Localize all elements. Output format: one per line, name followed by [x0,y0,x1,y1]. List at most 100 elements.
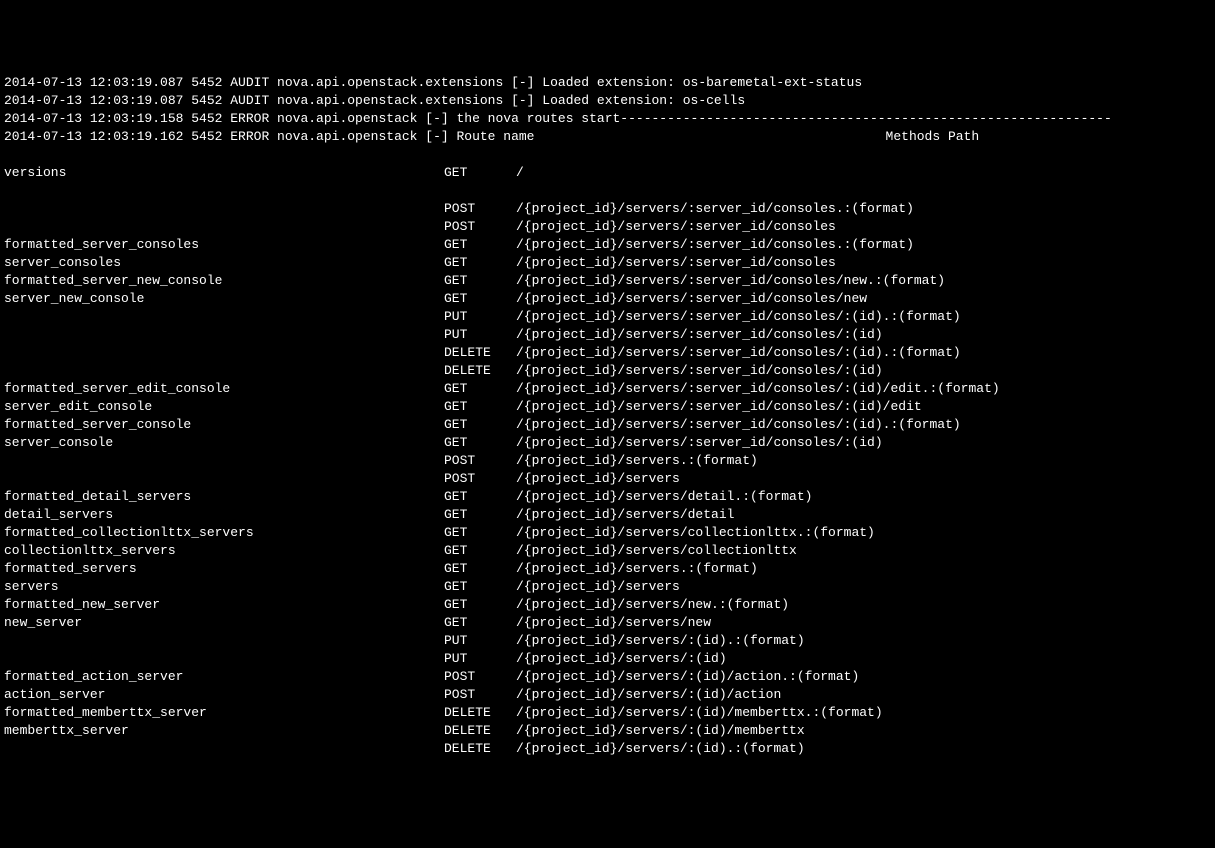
route-row: formatted_server_edit_consoleGET/{projec… [4,380,1211,398]
route-name: detail_servers [4,506,444,524]
route-name: formatted_action_server [4,668,444,686]
route-method: POST [444,470,516,488]
route-row: serversGET/{project_id}/servers [4,578,1211,596]
log-line: 2014-07-13 12:03:19.087 5452 AUDIT nova.… [4,92,1211,110]
route-row: formatted_new_serverGET/{project_id}/ser… [4,596,1211,614]
route-method: DELETE [444,344,516,362]
route-path: / [516,164,524,182]
route-method: GET [444,380,516,398]
route-row: detail_serversGET/{project_id}/servers/d… [4,506,1211,524]
route-method: DELETE [444,704,516,722]
route-row: formatted_server_consoleGET/{project_id}… [4,416,1211,434]
route-path: /{project_id}/servers/:server_id/console… [516,434,883,452]
route-path: /{project_id}/servers/:(id)/memberttx [516,722,805,740]
log-line: 2014-07-13 12:03:19.162 5452 ERROR nova.… [4,128,1211,146]
route-method: PUT [444,326,516,344]
route-name: formatted_collectionlttx_servers [4,524,444,542]
route-row: server_consoleGET/{project_id}/servers/:… [4,434,1211,452]
route-method: GET [444,560,516,578]
terminal-output: 2014-07-13 12:03:19.087 5452 AUDIT nova.… [4,74,1211,758]
route-method: GET [444,434,516,452]
route-row: formatted_action_serverPOST/{project_id}… [4,668,1211,686]
route-name: formatted_server_console [4,416,444,434]
route-row: DELETE/{project_id}/servers/:server_id/c… [4,344,1211,362]
route-row: server_consolesGET/{project_id}/servers/… [4,254,1211,272]
route-name: servers [4,578,444,596]
route-row: PUT/{project_id}/servers/:server_id/cons… [4,308,1211,326]
route-row: action_serverPOST/{project_id}/servers/:… [4,686,1211,704]
route-name: formatted_memberttx_server [4,704,444,722]
route-method: DELETE [444,722,516,740]
route-name: formatted_server_edit_console [4,380,444,398]
route-method: GET [444,488,516,506]
route-row: server_edit_consoleGET/{project_id}/serv… [4,398,1211,416]
route-method: GET [444,542,516,560]
route-path: /{project_id}/servers/:(id) [516,650,727,668]
route-method: GET [444,236,516,254]
route-path: /{project_id}/servers [516,578,680,596]
route-method: GET [444,272,516,290]
route-row: new_serverGET/{project_id}/servers/new [4,614,1211,632]
route-method: GET [444,290,516,308]
route-path: /{project_id}/servers/:(id).:(format) [516,632,805,650]
route-method: POST [444,668,516,686]
route-name: action_server [4,686,444,704]
route-method: GET [444,596,516,614]
route-method: POST [444,452,516,470]
route-method: POST [444,686,516,704]
route-method: GET [444,578,516,596]
route-path: /{project_id}/servers/collectionlttx [516,542,797,560]
route-row: DELETE/{project_id}/servers/:server_id/c… [4,362,1211,380]
route-path: /{project_id}/servers/:server_id/console… [516,236,914,254]
route-row: PUT/{project_id}/servers/:(id).:(format) [4,632,1211,650]
route-method: POST [444,218,516,236]
route-name: formatted_detail_servers [4,488,444,506]
route-row: PUT/{project_id}/servers/:(id) [4,650,1211,668]
route-path: /{project_id}/servers/:server_id/console… [516,416,961,434]
route-path: /{project_id}/servers/:(id)/action [516,686,781,704]
route-method: GET [444,614,516,632]
route-method: GET [444,524,516,542]
route-path: /{project_id}/servers/collectionlttx.:(f… [516,524,875,542]
route-name: server_console [4,434,444,452]
route-path: /{project_id}/servers/:(id).:(format) [516,740,805,758]
route-row: PUT/{project_id}/servers/:server_id/cons… [4,326,1211,344]
route-path: /{project_id}/servers/new.:(format) [516,596,789,614]
route-method: POST [444,200,516,218]
route-row: memberttx_serverDELETE/{project_id}/serv… [4,722,1211,740]
route-name: versions [4,164,444,182]
route-row [4,182,1211,200]
route-name: server_new_console [4,290,444,308]
route-path: /{project_id}/servers/new [516,614,711,632]
route-name: collectionlttx_servers [4,542,444,560]
route-name: formatted_new_server [4,596,444,614]
route-method: GET [444,416,516,434]
route-name: new_server [4,614,444,632]
route-row: server_new_consoleGET/{project_id}/serve… [4,290,1211,308]
route-method: DELETE [444,362,516,380]
route-row: formatted_server_new_consoleGET/{project… [4,272,1211,290]
route-path: /{project_id}/servers.:(format) [516,452,758,470]
route-row: POST/{project_id}/servers.:(format) [4,452,1211,470]
route-method: DELETE [444,740,516,758]
route-row: formatted_detail_serversGET/{project_id}… [4,488,1211,506]
route-row: DELETE/{project_id}/servers/:(id).:(form… [4,740,1211,758]
route-method: GET [444,506,516,524]
route-path: /{project_id}/servers/detail.:(format) [516,488,812,506]
route-path: /{project_id}/servers/:server_id/console… [516,200,914,218]
route-path: /{project_id}/servers/:(id)/memberttx.:(… [516,704,883,722]
route-path: /{project_id}/servers/:server_id/console… [516,308,961,326]
route-method: GET [444,164,516,182]
route-path: /{project_id}/servers/:server_id/console… [516,254,836,272]
route-row: formatted_memberttx_serverDELETE/{projec… [4,704,1211,722]
route-row: formatted_server_consolesGET/{project_id… [4,236,1211,254]
route-row: POST/{project_id}/servers [4,470,1211,488]
route-path: /{project_id}/servers/:server_id/console… [516,362,883,380]
route-path: /{project_id}/servers [516,470,680,488]
route-method: PUT [444,632,516,650]
route-row [4,146,1211,164]
route-path: /{project_id}/servers/:server_id/console… [516,380,1000,398]
route-name: formatted_server_consoles [4,236,444,254]
route-row: POST/{project_id}/servers/:server_id/con… [4,218,1211,236]
route-path: /{project_id}/servers/:(id)/action.:(for… [516,668,859,686]
